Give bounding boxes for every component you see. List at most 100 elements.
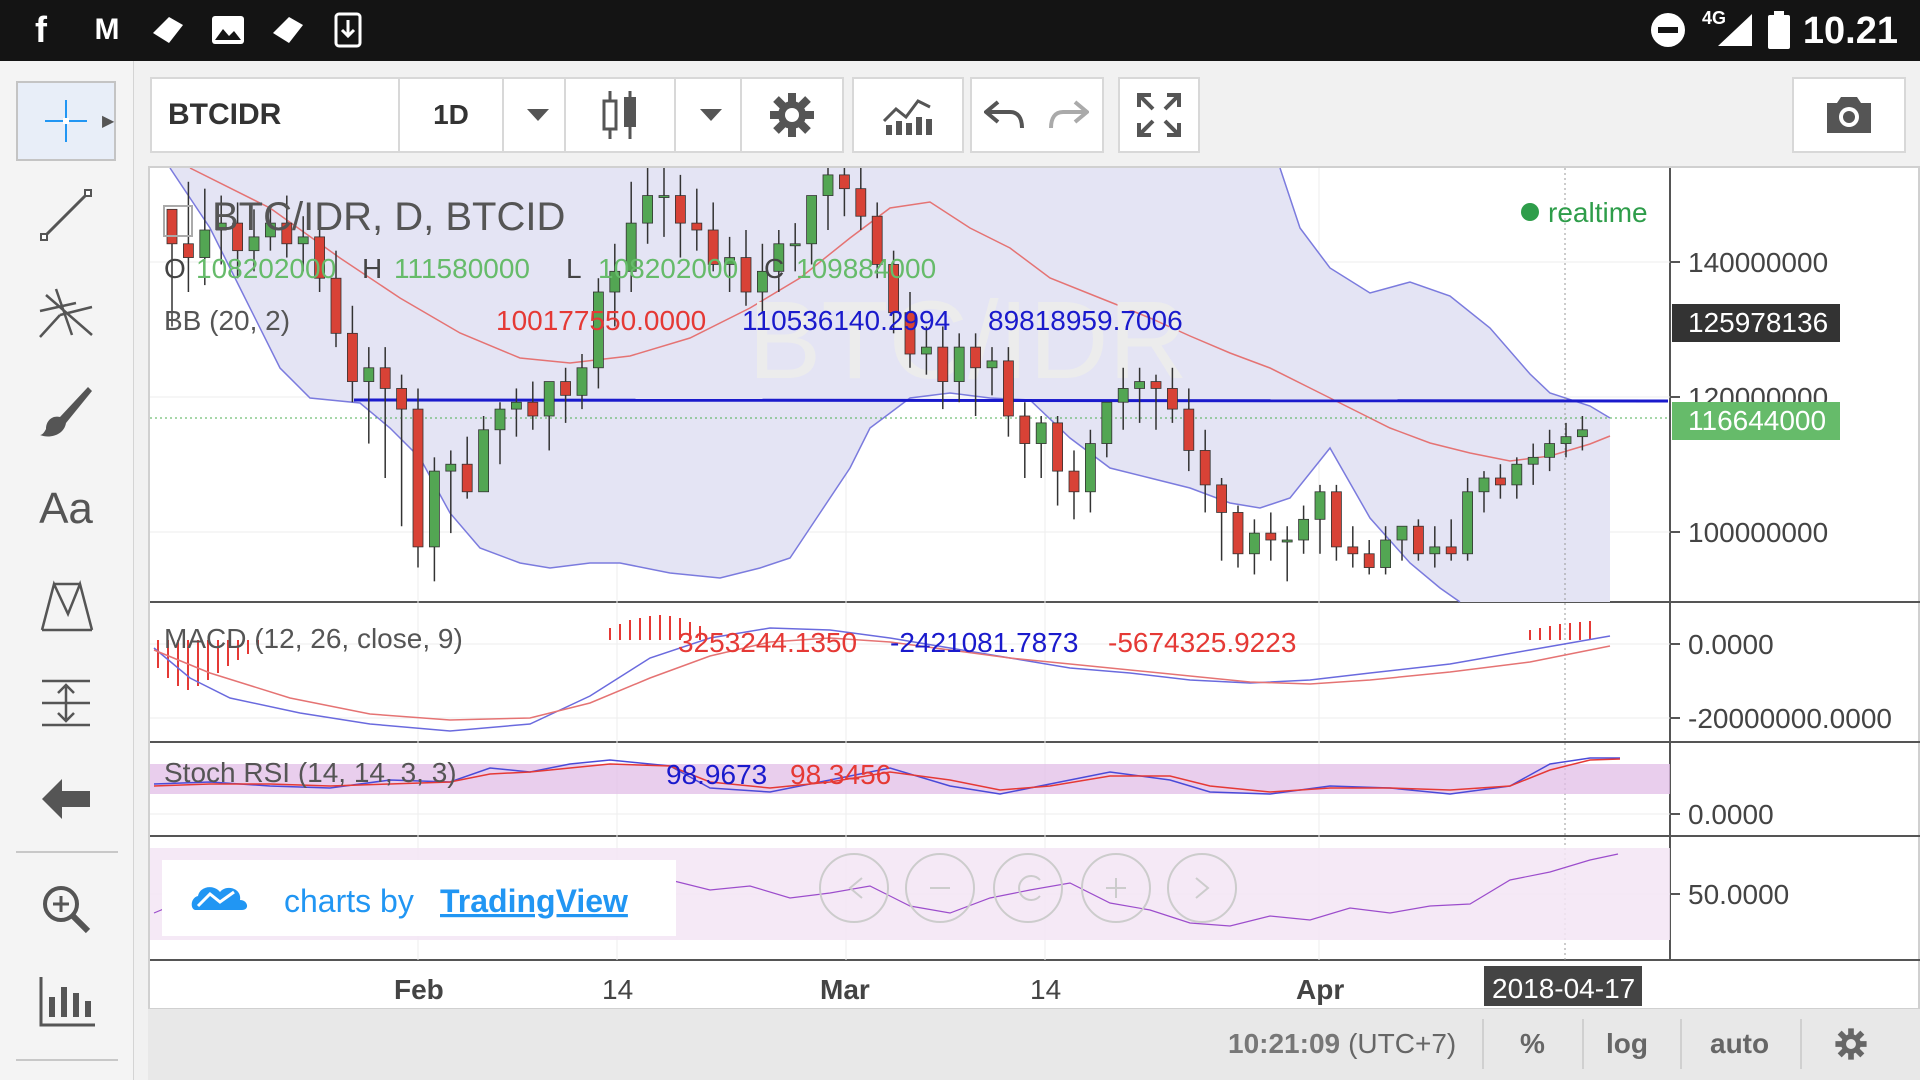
candle — [1216, 478, 1227, 561]
candle-body — [428, 470, 440, 548]
candle-body — [1478, 477, 1490, 493]
candle-body — [1314, 491, 1326, 520]
candle-body — [1380, 539, 1391, 568]
candle — [1019, 402, 1031, 478]
candle-body — [1527, 456, 1539, 465]
candle — [396, 374, 408, 527]
app-root: f M 4G 10.21 ▶ Aa BTCIDR 1D BTC/IDR 1400… — [0, 0, 1920, 1080]
time-tick-label: Apr — [1296, 974, 1344, 1005]
clock-timezone[interactable]: (UTC+7) — [1348, 1028, 1456, 1060]
candle-body — [789, 243, 801, 247]
candle-body — [1167, 388, 1178, 410]
macd-axis-label: -20000000.0000 — [1688, 703, 1892, 734]
candle-body — [839, 174, 850, 190]
candle-body — [1085, 443, 1096, 493]
interval-button[interactable]: 1D — [400, 77, 504, 153]
trend-line-icon — [40, 189, 92, 241]
candle-body — [1003, 360, 1014, 417]
toolbar-divider — [16, 1059, 118, 1061]
percent-toggle[interactable]: % — [1520, 1009, 1545, 1079]
candle — [1363, 540, 1375, 575]
candle-body — [691, 222, 703, 231]
candle — [1298, 505, 1309, 554]
time-cursor-label: 2018-04-17 — [1492, 973, 1635, 1004]
remove-drawings-tool[interactable] — [16, 759, 116, 839]
candle-body — [658, 195, 670, 198]
candle-body — [1462, 491, 1473, 555]
pitchfork-tool[interactable] — [16, 273, 116, 353]
measure-tool[interactable] — [16, 663, 116, 743]
rsi-axis-label: 50.0000 — [1688, 879, 1789, 910]
chart-style-button[interactable] — [564, 77, 676, 153]
candle-body — [1249, 532, 1260, 555]
candle — [412, 388, 424, 568]
pitchfork-icon — [39, 288, 93, 338]
chart-style-dropdown[interactable] — [676, 77, 748, 153]
candle-body — [921, 346, 932, 355]
signal-icon: 4G — [1700, 8, 1756, 48]
time-tick-label: Mar — [820, 974, 870, 1005]
candle-body — [855, 188, 867, 217]
toolbar-expand-icon[interactable]: ▶ — [102, 111, 116, 131]
undo-button[interactable] — [970, 77, 1038, 153]
bb-label[interactable]: BB (20, 2) — [164, 305, 290, 336]
snapshot-button[interactable] — [1792, 77, 1906, 153]
network-type: 4G — [1702, 8, 1727, 28]
candle-body — [1068, 470, 1080, 493]
candle-body — [478, 429, 490, 493]
candle-body — [1265, 532, 1277, 541]
bb-middle-value: 100177550.0000 — [496, 305, 706, 336]
trend-line-tool[interactable] — [16, 175, 116, 255]
crosshair-icon — [45, 100, 87, 142]
back-arrow-icon — [42, 779, 90, 819]
undo-icon — [984, 100, 1024, 129]
candle-body — [461, 463, 473, 493]
bottom-bar: 10:21:09 (UTC+7) % log auto — [148, 1008, 1920, 1080]
macd-label[interactable]: MACD (12, 26, close, 9) — [164, 623, 463, 654]
candle-body — [1134, 381, 1145, 389]
bb-upper-value: 110536140.2994 — [742, 305, 950, 336]
symbol-search-button[interactable]: BTCIDR — [150, 77, 400, 153]
bottom-divider — [1582, 1019, 1584, 1069]
candle-body — [937, 346, 949, 382]
time-tick-label: 14 — [602, 974, 633, 1005]
auto-toggle[interactable]: auto — [1710, 1009, 1769, 1079]
candle — [1232, 505, 1244, 568]
crosshair-price-value: 125978136 — [1688, 307, 1828, 338]
main-title[interactable]: BTC/IDR, D, BTCID — [212, 195, 565, 239]
bottom-divider — [1482, 1019, 1484, 1069]
indicators-button[interactable] — [852, 77, 964, 153]
text-tool[interactable]: Aa — [16, 469, 116, 549]
axis-settings-button[interactable] — [1834, 1009, 1868, 1079]
candle-body — [1232, 512, 1244, 555]
ohlc-l-label: L — [566, 253, 582, 284]
ruler-tool[interactable] — [16, 961, 116, 1041]
candle-body — [363, 367, 375, 382]
redo-button[interactable] — [1036, 77, 1104, 153]
candle — [1265, 512, 1277, 561]
zoom-tool[interactable] — [16, 869, 116, 949]
candle-body — [1298, 518, 1309, 541]
candle-body — [675, 195, 686, 224]
candle-body — [1445, 546, 1457, 555]
candle-body — [527, 401, 539, 417]
clock-readout: 10:21:09 (UTC+7) — [1228, 1009, 1456, 1079]
tradingview-link[interactable]: TradingView — [440, 883, 628, 919]
chart-container[interactable]: BTC/IDR 140000000 120000000 100000000 12… — [148, 166, 1920, 1011]
bottom-divider — [1800, 1019, 1802, 1069]
stoch-rsi-label[interactable]: Stoch RSI (14, 14, 3, 3) — [164, 757, 457, 788]
brush-tool[interactable] — [16, 371, 116, 451]
ohlc-c-value: 109884000 — [796, 253, 936, 284]
gear-icon — [770, 93, 814, 137]
candle-body — [543, 381, 555, 417]
chart-canvas[interactable]: BTC/IDR 140000000 120000000 100000000 12… — [150, 168, 1920, 1013]
pattern-tool[interactable] — [16, 566, 116, 646]
chevron-down-icon — [527, 109, 549, 121]
log-toggle[interactable]: log — [1606, 1009, 1648, 1079]
chart-settings-button[interactable] — [740, 77, 844, 153]
crosshair-tool[interactable] — [16, 81, 116, 161]
candle-body — [1413, 525, 1424, 555]
fullscreen-button[interactable] — [1118, 77, 1200, 153]
zoom-icon — [43, 886, 91, 934]
candlestick-icon — [602, 91, 636, 139]
